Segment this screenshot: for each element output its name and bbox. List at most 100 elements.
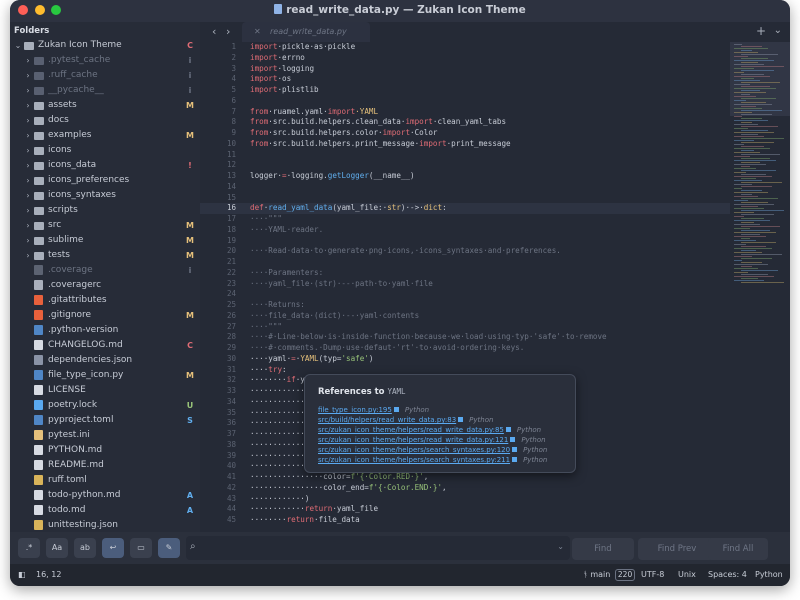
code-token: ·yaml_file xyxy=(332,504,379,514)
chevron-right-icon[interactable]: › xyxy=(24,143,32,158)
find-all-button[interactable]: Find All xyxy=(708,538,768,560)
reference-link[interactable]: src/zukan_icon_theme/helpers/read_write_… xyxy=(318,426,504,434)
open-reference-icon[interactable] xyxy=(510,437,516,442)
code-token: ················color= xyxy=(250,472,351,481)
open-reference-icon[interactable] xyxy=(458,417,464,422)
sidebar-item[interactable]: › examples M xyxy=(10,128,200,143)
reference-link[interactable]: src/zukan_icon_theme/helpers/read_write_… xyxy=(318,436,508,444)
sidebar-item[interactable]: › __pycache__ i xyxy=(10,83,200,98)
open-reference-icon[interactable] xyxy=(505,427,511,432)
find-history-dropdown-icon[interactable]: ⌄ xyxy=(557,542,564,551)
close-tab-icon[interactable]: ✕ xyxy=(254,22,261,42)
minimap-line xyxy=(741,70,774,71)
sidebar-item[interactable]: pyproject.toml S xyxy=(10,413,200,428)
chevron-right-icon[interactable]: › xyxy=(24,218,32,233)
sidebar-item[interactable]: file_type_icon.py M xyxy=(10,368,200,383)
case-sensitive-toggle-button[interactable]: Aa xyxy=(46,538,68,558)
sidebar-item[interactable]: › .pytest_cache i xyxy=(10,53,200,68)
sidebar-toggle-icon[interactable]: ◧ xyxy=(18,564,26,586)
chevron-right-icon[interactable]: › xyxy=(24,248,32,263)
code-token: ····YAML·reader. xyxy=(250,224,324,234)
reference-item[interactable]: src/zukan_icon_theme/helpers/search_synt… xyxy=(318,445,547,455)
open-reference-icon[interactable] xyxy=(393,407,399,412)
indentation[interactable]: Spaces: 4 xyxy=(708,564,747,586)
sidebar-item[interactable]: poetry.lock U xyxy=(10,398,200,413)
reference-item[interactable]: src/zukan_icon_theme/helpers/read_write_… xyxy=(318,435,546,445)
code-token: ············ xyxy=(250,418,305,428)
chevron-right-icon[interactable]: › xyxy=(24,173,32,188)
chevron-right-icon[interactable]: › xyxy=(24,128,32,143)
reference-link[interactable]: file_type_icon.py:195 xyxy=(318,406,392,414)
chevron-right-icon[interactable]: › xyxy=(24,233,32,248)
whole-word-toggle-button[interactable]: ab xyxy=(74,538,96,558)
sidebar-item[interactable]: ⌄ Zukan Icon Theme C xyxy=(10,38,200,53)
sidebar-item[interactable]: › tests M xyxy=(10,248,200,263)
highlight-matches-toggle-button[interactable]: ✎ xyxy=(158,538,180,558)
sidebar-item[interactable]: › src M xyxy=(10,218,200,233)
sidebar-item[interactable]: .python-version xyxy=(10,323,200,338)
find-button[interactable]: Find xyxy=(572,538,634,560)
open-reference-icon[interactable] xyxy=(512,447,518,452)
sidebar-item[interactable]: dependencies.json xyxy=(10,353,200,368)
find-input[interactable]: ⌕ ⌄ xyxy=(186,536,570,560)
tab-menu-icon[interactable]: ⌄ xyxy=(774,25,782,36)
open-reference-icon[interactable] xyxy=(512,457,518,462)
chevron-right-icon[interactable]: › xyxy=(24,188,32,203)
sidebar-item[interactable]: README.md xyxy=(10,458,200,473)
chevron-right-icon[interactable]: › xyxy=(24,83,32,98)
sidebar-item[interactable]: unittesting.json xyxy=(10,518,200,533)
chevron-right-icon[interactable]: › xyxy=(24,158,32,173)
reference-item[interactable]: file_type_icon.py:195 Python xyxy=(318,405,429,415)
forward-arrow-icon[interactable]: › xyxy=(226,25,230,38)
sidebar-item[interactable]: › icons_preferences xyxy=(10,173,200,188)
sidebar-item[interactable]: .gitignore M xyxy=(10,308,200,323)
sidebar-item[interactable]: › docs xyxy=(10,113,200,128)
sidebar-item[interactable]: todo.md A xyxy=(10,503,200,518)
chevron-right-icon[interactable]: › xyxy=(24,113,32,128)
sidebar-item[interactable]: › sublime M xyxy=(10,233,200,248)
minimap[interactable] xyxy=(730,42,790,532)
reference-link[interactable]: src/zukan_icon_theme/helpers/search_synt… xyxy=(318,446,510,454)
sidebar-item[interactable]: › .ruff_cache i xyxy=(10,68,200,83)
sidebar-item[interactable]: ruff.toml xyxy=(10,473,200,488)
chevron-down-icon[interactable]: ⌄ xyxy=(14,38,22,53)
reference-link[interactable]: src/build/helpers/read_write_data.py:83 xyxy=(318,416,456,424)
git-branch[interactable]: ᚬ main 220 xyxy=(583,564,636,586)
reference-item[interactable]: src/zukan_icon_theme/helpers/read_write_… xyxy=(318,425,541,435)
wrap-toggle-button[interactable]: ↩ xyxy=(102,538,124,558)
syntax[interactable]: Python xyxy=(755,564,783,586)
chevron-right-icon[interactable]: › xyxy=(24,68,32,83)
sidebar-item[interactable]: › icons_syntaxes xyxy=(10,188,200,203)
sidebar-item[interactable]: todo-python.md A xyxy=(10,488,200,503)
minimap-line xyxy=(734,272,748,273)
minimap-line xyxy=(741,222,754,223)
find-prev-button[interactable]: Find Prev xyxy=(638,538,716,560)
sidebar-item[interactable]: › scripts xyxy=(10,203,200,218)
sidebar-item[interactable]: › icons_data! xyxy=(10,158,200,173)
chevron-right-icon[interactable]: › xyxy=(24,98,32,113)
back-arrow-icon[interactable]: ‹ xyxy=(212,25,216,38)
reference-item[interactable]: src/zukan_icon_theme/helpers/search_synt… xyxy=(318,455,547,465)
sidebar-item[interactable]: PYTHON.md xyxy=(10,443,200,458)
new-tab-icon[interactable]: + xyxy=(756,24,766,38)
sidebar-item[interactable]: › icons xyxy=(10,143,200,158)
chevron-right-icon[interactable]: › xyxy=(24,203,32,218)
sidebar-item[interactable]: .gitattributes xyxy=(10,293,200,308)
reference-item[interactable]: src/build/helpers/read_write_data.py:83 P… xyxy=(318,415,493,425)
sidebar-item[interactable]: LICENSE xyxy=(10,383,200,398)
sidebar-item[interactable]: .coverage i xyxy=(10,263,200,278)
sidebar-item[interactable]: pytest.ini xyxy=(10,428,200,443)
in-selection-toggle-button[interactable]: ▭ xyxy=(130,538,152,558)
minimap-line xyxy=(741,90,760,91)
reference-link[interactable]: src/zukan_icon_theme/helpers/search_synt… xyxy=(318,456,510,464)
line-endings[interactable]: Unix xyxy=(678,564,696,586)
chevron-right-icon[interactable]: › xyxy=(24,53,32,68)
minimap-line xyxy=(734,224,760,225)
sidebar-item[interactable]: › assets M xyxy=(10,98,200,113)
sidebar-item[interactable]: .coveragerc xyxy=(10,278,200,293)
encoding[interactable]: UTF-8 xyxy=(641,564,664,586)
regex-toggle-button[interactable]: .* xyxy=(18,538,40,558)
line-number: 45 xyxy=(226,515,236,524)
tab-read-write-data[interactable]: ✕ read_write_data.py xyxy=(242,22,370,42)
sidebar-item[interactable]: CHANGELOG.md C xyxy=(10,338,200,353)
